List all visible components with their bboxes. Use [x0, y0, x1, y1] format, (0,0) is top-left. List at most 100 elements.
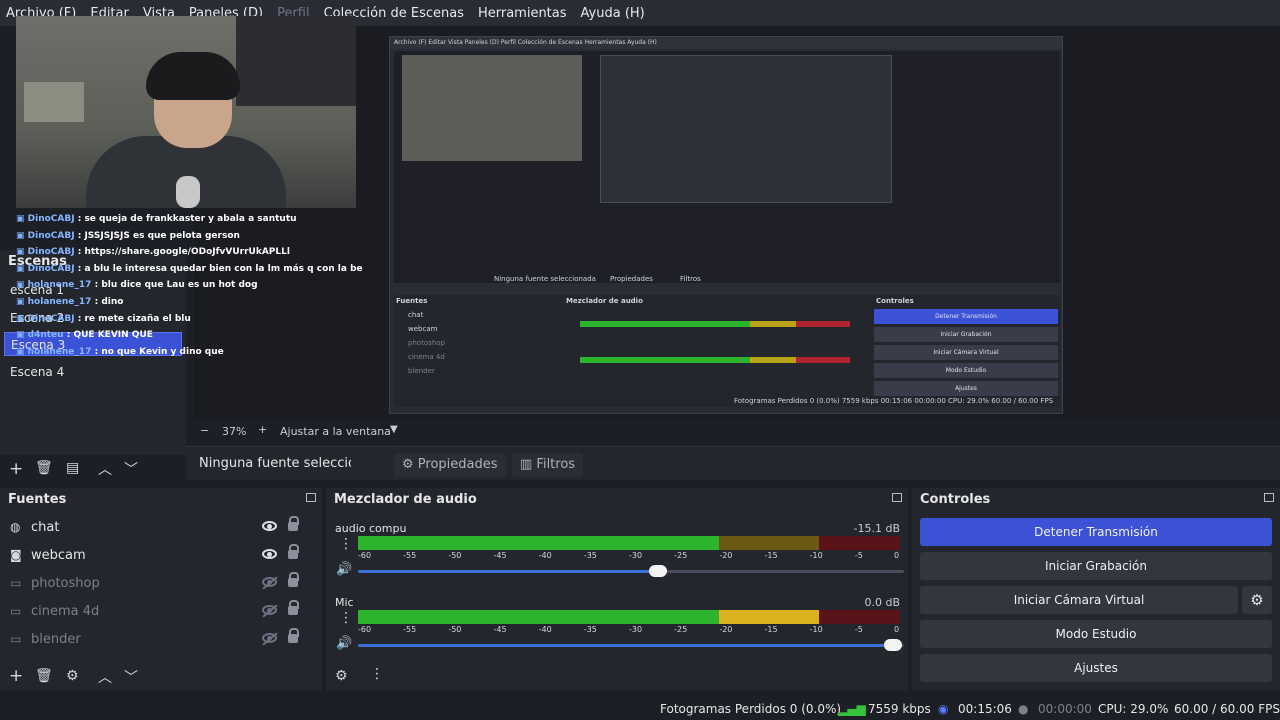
- eye-off-icon[interactable]: [262, 633, 277, 643]
- source-item[interactable]: ▭ photoshop: [0, 570, 318, 598]
- mini-sources-title: Fuentes: [396, 297, 428, 305]
- mini-source-item: photoshop: [408, 339, 445, 347]
- lock-icon[interactable]: [288, 600, 299, 615]
- mini-source-item: webcam: [408, 325, 438, 333]
- chat-message: se queja de frankkaster y abala a santut…: [84, 214, 297, 224]
- speaker-icon[interactable]: 🔊: [336, 562, 352, 577]
- chat-username: DinoCABJ: [27, 247, 75, 258]
- stop-stream-button[interactable]: Detener Transmisión: [920, 518, 1272, 546]
- chat-avatar-icon: ▣: [16, 247, 28, 258]
- add-scene-icon[interactable]: +: [9, 459, 23, 479]
- eye-icon[interactable]: [262, 549, 277, 559]
- tick-label: -10: [809, 625, 823, 634]
- chat-line: ▣ holanene_17 : dino: [16, 296, 124, 307]
- level-meter: [358, 610, 900, 624]
- chat-avatar-icon: ▣: [16, 330, 28, 341]
- tick-label: -55: [403, 551, 417, 560]
- lock-icon[interactable]: [288, 572, 299, 587]
- volume-thumb[interactable]: [649, 565, 668, 577]
- chat-line: ▣ DinoCABJ : a blu le interesa quedar bi…: [16, 263, 363, 274]
- undock-icon[interactable]: [892, 493, 902, 502]
- remove-scene-icon[interactable]: 🗑: [35, 460, 53, 476]
- source-item[interactable]: ▭ cinema 4d: [0, 598, 318, 626]
- tick-label: -45: [493, 551, 507, 560]
- source-item[interactable]: ▭ blender: [0, 626, 318, 654]
- mini-mixer-title: Mezclador de audio: [566, 297, 643, 305]
- mini-source-item: blender: [408, 367, 435, 375]
- chat-message: QUE KEVIN QUE: [73, 330, 153, 341]
- chat-line: ▣ DinoCABJ : https://share.google/ODoJfv…: [16, 247, 290, 258]
- tick-label: -60: [358, 551, 372, 560]
- chat-avatar-icon: ▣: [16, 313, 28, 324]
- meter-segment: [719, 536, 819, 550]
- mini-webcam: [402, 55, 582, 161]
- studio-mode-button[interactable]: Modo Estudio: [920, 620, 1272, 648]
- chat-avatar-icon: ▣: [16, 296, 28, 307]
- source-item[interactable]: ◍ chat: [0, 514, 318, 542]
- tick-label: -40: [538, 625, 552, 634]
- mini-studio-mode: Modo Estudio: [874, 363, 1058, 378]
- settings-button[interactable]: Ajustes: [920, 654, 1272, 682]
- signal-icon: ▂▄▆: [838, 702, 866, 716]
- source-settings-icon[interactable]: ⚙: [66, 668, 79, 684]
- move-up-icon[interactable]: ︿: [98, 459, 112, 479]
- volume-slider[interactable]: [358, 565, 904, 577]
- undock-icon[interactable]: [306, 493, 316, 502]
- menu-herramientas[interactable]: Herramientas: [478, 6, 567, 21]
- scene-item[interactable]: Escena 4: [4, 360, 182, 384]
- lock-icon[interactable]: [288, 516, 299, 531]
- lock-icon[interactable]: [288, 544, 299, 559]
- eye-off-icon[interactable]: [262, 577, 277, 587]
- eye-off-icon[interactable]: [262, 605, 277, 615]
- lock-icon[interactable]: [288, 628, 299, 643]
- filters-label: Filtros: [536, 457, 576, 472]
- volume-thumb[interactable]: [884, 639, 903, 651]
- filter-icon: ▥: [520, 457, 537, 472]
- properties-button[interactable]: ⚙ Propiedades: [394, 453, 506, 477]
- mini-preview: [394, 51, 1060, 283]
- mini-menu-bar: Archivo (F) Editar Vista Paneles (D) Per…: [390, 37, 1062, 49]
- source-item[interactable]: ◙ webcam: [0, 542, 318, 570]
- chat-username: holanene_17: [27, 280, 92, 291]
- menu-ayuda[interactable]: Ayuda (H): [581, 6, 645, 21]
- source-name: blender: [31, 632, 81, 647]
- window-icon: ▭: [10, 604, 22, 618]
- start-recording-button[interactable]: Iniciar Grabación: [920, 552, 1272, 580]
- bitrate: 7559 kbps: [868, 702, 931, 716]
- scene-filters-icon[interactable]: ▤: [66, 460, 79, 476]
- mini-source-item: cinema 4d: [408, 353, 445, 361]
- gear-icon[interactable]: ⚙: [1242, 586, 1272, 614]
- mixer-advanced-icon[interactable]: ⚙: [335, 668, 348, 684]
- window-icon: ▭: [10, 576, 22, 590]
- channel-menu-icon[interactable]: ⋮: [339, 536, 353, 552]
- chat-line: ▣ holanene_17 : blu dice que Lau es un h…: [16, 280, 258, 291]
- zoom-bar: − 37% + Ajustar a la ventana ▼: [194, 421, 614, 441]
- stream-icon: ◉: [938, 702, 949, 716]
- filters-button[interactable]: ▥ Filtros: [512, 453, 584, 477]
- fit-to-window[interactable]: Ajustar a la ventana: [280, 425, 391, 438]
- source-name: photoshop: [31, 576, 100, 591]
- mixer-menu-icon[interactable]: ⋮: [370, 666, 384, 682]
- source-up-icon[interactable]: ︿: [98, 667, 112, 687]
- source-down-icon[interactable]: ﹀: [124, 667, 138, 687]
- add-source-icon[interactable]: +: [9, 666, 23, 686]
- volume-slider[interactable]: [358, 639, 904, 651]
- zoom-dropdown-icon[interactable]: ▼: [390, 424, 398, 435]
- zoom-in-button[interactable]: +: [258, 423, 267, 436]
- virtual-camera-button[interactable]: Iniciar Cámara Virtual: [920, 586, 1238, 614]
- move-down-icon[interactable]: ﹀: [124, 459, 138, 479]
- chat-username: d4nteu: [27, 330, 64, 341]
- undock-icon[interactable]: [1264, 493, 1274, 502]
- source-name: cinema 4d: [31, 604, 100, 619]
- no-source-selected: Ninguna fuente seleccionada: [199, 456, 351, 471]
- eye-icon[interactable]: [262, 521, 277, 531]
- source-name: chat: [31, 520, 60, 535]
- obs-window: Archivo (F) Editar Vista Paneles (D) Per…: [0, 0, 1280, 720]
- speaker-icon[interactable]: 🔊: [336, 636, 352, 651]
- zoom-out-button[interactable]: −: [200, 424, 209, 437]
- meter-ticks: -60 -55 -50 -45 -40 -35 -30 -25 -20 -15 -10 -5 0: [358, 625, 908, 637]
- window-icon: ▭: [10, 632, 22, 646]
- channel-menu-icon[interactable]: ⋮: [339, 610, 353, 626]
- remove-source-icon[interactable]: 🗑: [35, 668, 53, 684]
- tick-label: -30: [629, 625, 643, 634]
